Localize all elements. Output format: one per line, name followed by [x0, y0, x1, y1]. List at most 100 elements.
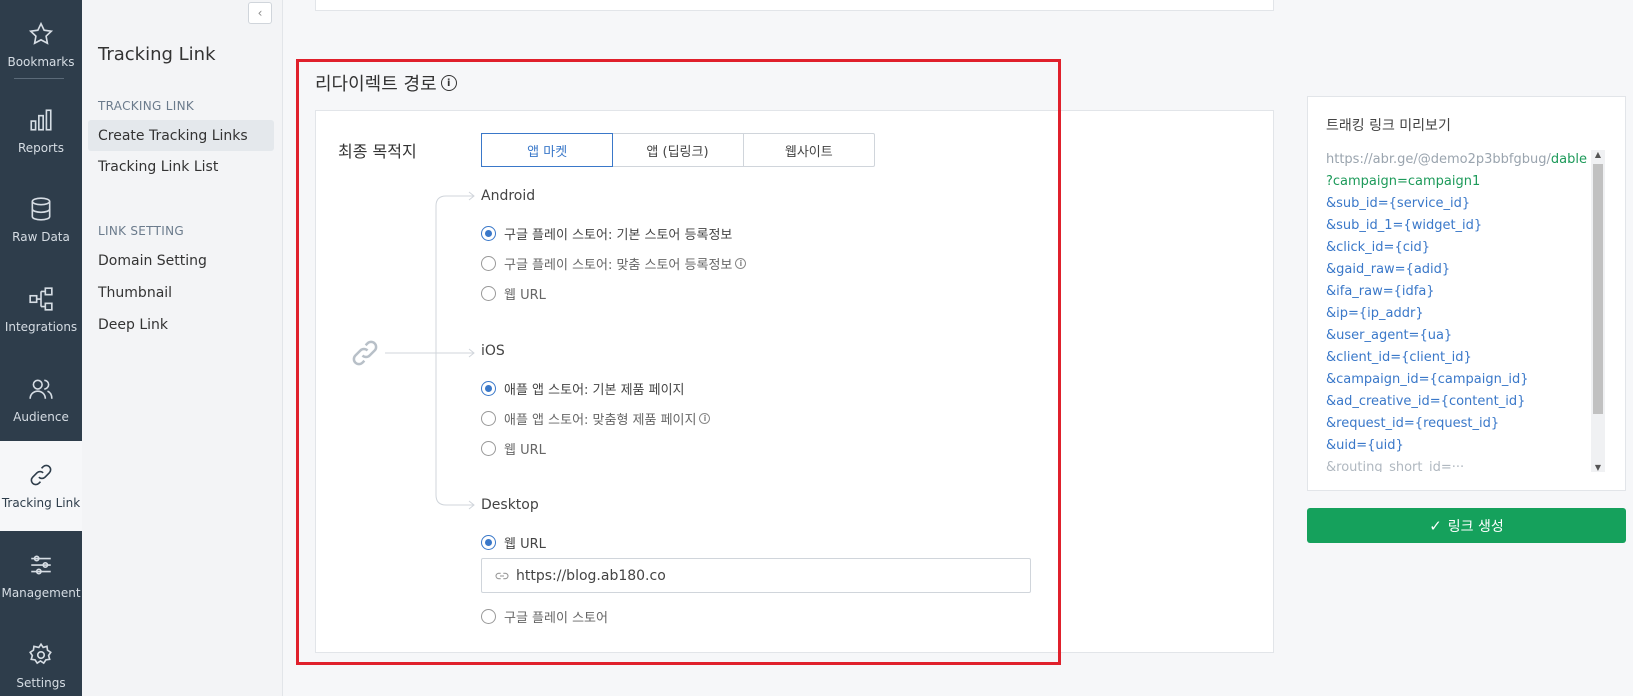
- subnav-title: Tracking Link: [98, 44, 216, 65]
- preview-param-line: &request_id={request_id}: [1326, 416, 1500, 431]
- option-label: 애플 앱 스토어: 기본 제품 페이지: [504, 383, 685, 398]
- rail-label: Raw Data: [12, 230, 70, 244]
- link-chain-icon: [350, 338, 380, 368]
- preview-campaign: ?campaign=campaign1: [1326, 174, 1481, 189]
- rail-label: Bookmarks: [7, 55, 75, 69]
- tab-website[interactable]: 웹사이트: [744, 134, 874, 166]
- preview-path: dable: [1550, 152, 1587, 167]
- radio-selected[interactable]: [481, 535, 496, 550]
- preview-param-line: &gaid_raw={adid}: [1326, 262, 1451, 277]
- preview-param-line: &uid={uid}: [1326, 438, 1404, 453]
- scroll-down-icon[interactable]: ▼: [1593, 463, 1603, 472]
- preview-param-line: &click_id={cid}: [1326, 240, 1430, 255]
- rail-item-bookmarks[interactable]: Bookmarks: [0, 0, 82, 90]
- subnav-section-label: TRACKING LINK: [98, 99, 195, 113]
- radio[interactable]: [481, 441, 496, 456]
- generate-link-button[interactable]: ✓ 링크 생성: [1307, 508, 1626, 543]
- scroll-up-icon[interactable]: ▲: [1593, 150, 1603, 159]
- subnav-item-create-tracking-links[interactable]: Create Tracking Links: [88, 120, 274, 151]
- previous-section-card: [315, 0, 1274, 11]
- collapse-sidebar-button[interactable]: ‹: [248, 2, 272, 24]
- subnav-section-label: LINK SETTING: [98, 224, 184, 238]
- android-option-web-url[interactable]: 웹 URL: [481, 284, 546, 303]
- desktop-label: Desktop: [481, 497, 539, 513]
- radio-selected[interactable]: [481, 381, 496, 396]
- option-label: 구글 플레이 스토어: [504, 611, 608, 626]
- rail-label: Integrations: [4, 320, 78, 334]
- scroll-thumb[interactable]: [1593, 164, 1603, 414]
- preview-scrollbar[interactable]: ▲ ▼: [1591, 150, 1605, 472]
- gear-icon: [29, 642, 52, 665]
- option-label: 웹 URL: [504, 288, 546, 303]
- info-icon[interactable]: i: [440, 75, 457, 91]
- rail-label: Tracking Link: [1, 496, 81, 510]
- generate-link-label: 링크 생성: [1447, 518, 1504, 535]
- subnav-item-thumbnail[interactable]: Thumbnail: [88, 277, 274, 308]
- android-option-default-store[interactable]: 구글 플레이 스토어: 기본 스토어 등록정보: [481, 224, 732, 243]
- rail-item-settings[interactable]: Settings: [0, 621, 82, 696]
- radio[interactable]: [481, 256, 496, 271]
- section-title-text: 리다이렉트 경로: [315, 74, 437, 95]
- rail-item-integrations[interactable]: Integrations: [0, 265, 82, 355]
- desktop-url-input[interactable]: https://blog.ab180.co: [481, 558, 1031, 593]
- radio[interactable]: [481, 286, 496, 301]
- option-label: 구글 플레이 스토어: 기본 스토어 등록정보: [504, 228, 733, 243]
- info-icon[interactable]: i: [735, 258, 747, 269]
- android-label: Android: [481, 188, 536, 204]
- rail-divider: [14, 78, 64, 79]
- preview-param-line: &client_id={client_id}: [1326, 350, 1472, 365]
- preview-param-line: &sub_id={service_id}: [1326, 196, 1471, 211]
- android-option-custom-store[interactable]: 구글 플레이 스토어: 맞춤 스토어 등록정보 i: [481, 254, 747, 273]
- preview-param-line: &ifa_raw={idfa}: [1326, 284, 1435, 299]
- rail-item-tracking-link[interactable]: Tracking Link: [0, 441, 82, 531]
- sub-navigation: ‹ Tracking Link TRACKING LINK Create Tra…: [82, 0, 283, 696]
- rail-item-reports[interactable]: Reports: [0, 86, 82, 176]
- destination-label: 최종 목적지: [338, 142, 417, 161]
- option-label: 애플 앱 스토어: 맞춤형 제품 페이지: [504, 413, 697, 428]
- database-icon: [31, 197, 51, 221]
- bar-chart-icon: [30, 109, 52, 131]
- destination-tabs: 앱 마켓 앱 (딥링크) 웹사이트: [481, 133, 875, 167]
- check-icon: ✓: [1429, 516, 1442, 535]
- rail-label: Management: [1, 586, 81, 600]
- preview-base: https://abr.ge/@demo2p3bbfgbug/: [1326, 152, 1551, 167]
- ios-label: iOS: [481, 343, 505, 359]
- star-icon: [28, 21, 54, 45]
- preview-param-line: &user_agent={ua}: [1326, 328, 1453, 343]
- link-icon: [30, 464, 52, 486]
- info-icon[interactable]: i: [699, 413, 711, 424]
- url-value: https://blog.ab180.co: [516, 567, 666, 584]
- preview-param-line: &sub_id_1={widget_id}: [1326, 218, 1483, 233]
- rail-item-audience[interactable]: Audience: [0, 355, 82, 445]
- rail-label: Audience: [13, 410, 69, 424]
- option-label: 구글 플레이 스토어: 맞춤 스토어 등록정보: [504, 258, 733, 273]
- tab-app-market[interactable]: 앱 마켓: [481, 133, 614, 167]
- preview-param-line: &ad_creative_id={content_id}: [1326, 394, 1526, 409]
- rail-item-raw-data[interactable]: Raw Data: [0, 175, 82, 265]
- preview-param-line: &campaign_id={campaign_id}: [1326, 372, 1529, 387]
- rail-item-management[interactable]: Management: [0, 531, 82, 621]
- integrations-icon: [29, 287, 53, 311]
- subnav-item-domain-setting[interactable]: Domain Setting: [88, 245, 274, 276]
- radio[interactable]: [481, 609, 496, 624]
- sliders-icon: [31, 555, 51, 575]
- subnav-item-deep-link[interactable]: Deep Link: [88, 309, 274, 340]
- rail-label: Reports: [17, 141, 65, 155]
- section-title: 리다이렉트 경로 i: [315, 70, 457, 96]
- preview-param-line: &ip={ip_addr}: [1326, 306, 1424, 321]
- chevron-left-icon: ‹: [257, 6, 263, 20]
- radio-selected[interactable]: [481, 226, 496, 241]
- ios-option-custom-page[interactable]: 애플 앱 스토어: 맞춤형 제품 페이지 i: [481, 409, 711, 428]
- desktop-option-web-url[interactable]: 웹 URL: [481, 533, 546, 552]
- radio[interactable]: [481, 411, 496, 426]
- subnav-item-tracking-link-list[interactable]: Tracking Link List: [88, 151, 274, 182]
- preview-base-url: https://abr.ge/@demo2p3bbfgbug/dable: [1326, 149, 1621, 171]
- ios-option-web-url[interactable]: 웹 URL: [481, 439, 546, 458]
- link-preview-panel: 트래킹 링크 미리보기 https://abr.ge/@demo2p3bbfgb…: [1307, 96, 1626, 491]
- ios-option-default-page[interactable]: 애플 앱 스토어: 기본 제품 페이지: [481, 379, 685, 398]
- desktop-option-google-play[interactable]: 구글 플레이 스토어: [481, 607, 608, 626]
- option-label: 웹 URL: [504, 443, 546, 458]
- link-icon: [495, 572, 509, 579]
- tab-app-deeplink[interactable]: 앱 (딥링크): [612, 134, 744, 166]
- audience-icon: [29, 379, 53, 399]
